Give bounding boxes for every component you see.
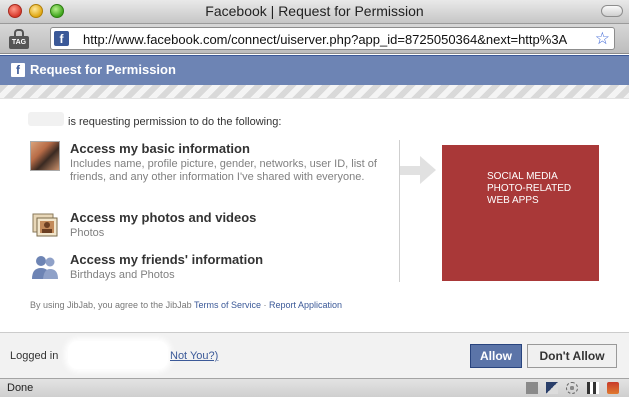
- not-you-link[interactable]: Not You?): [170, 350, 218, 362]
- permission-title: Access my photos and videos: [70, 210, 257, 225]
- terms-prefix: By using JibJab, you agree to the JibJab: [30, 300, 192, 310]
- user-name-redacted: [68, 341, 168, 369]
- permission-description: Includes name, profile picture, gender, …: [70, 158, 377, 183]
- browser-toolbar: TAG f http://www.facebook.com/connect/ui…: [0, 24, 629, 54]
- dialog-body: is requesting permission to do the follo…: [0, 100, 629, 332]
- toolbar-toggle-button[interactable]: [601, 5, 623, 17]
- right-arrow-icon: [400, 156, 436, 184]
- tag-icon: TAG: [9, 36, 29, 49]
- address-bar[interactable]: f http://www.facebook.com/connect/uiserv…: [50, 27, 615, 50]
- friends-icon: [32, 256, 58, 279]
- status-icons: [521, 382, 619, 396]
- report-application-link[interactable]: Report Application: [269, 300, 342, 310]
- permission-description: Photos: [70, 227, 105, 239]
- split-view-icon[interactable]: [545, 382, 558, 394]
- overlay-line-2: PHOTO-RELATED: [487, 183, 572, 194]
- permission-photos: Access my photos and videos Photos: [30, 210, 390, 242]
- status-text: Done: [7, 382, 34, 394]
- overlay-line-3: WEB APPS: [487, 195, 539, 206]
- terms-separator: ·: [263, 300, 267, 310]
- window-titlebar: Facebook | Request for Permission: [0, 0, 629, 24]
- permission-basic-info: Access my basic information Includes nam…: [30, 141, 390, 201]
- allow-button[interactable]: Allow: [470, 344, 522, 368]
- logged-in-label: Logged in: [10, 350, 59, 362]
- browser-statusbar: Done: [0, 378, 629, 397]
- photos-icon: [32, 213, 58, 237]
- header-stripe-divider: [0, 85, 629, 99]
- dialog-footer: Logged in Not You?) Allow Don't Allow: [0, 332, 629, 378]
- dont-allow-button[interactable]: Don't Allow: [527, 344, 617, 368]
- terms-of-service-link[interactable]: Terms of Service: [194, 300, 261, 310]
- social-media-overlay: SOCIAL MEDIA PHOTO-RELATED WEB APPS: [442, 145, 599, 281]
- profile-picture-icon: [30, 141, 60, 171]
- tag-icon-handle: [14, 29, 24, 37]
- app-name-redacted: [28, 112, 64, 126]
- dialog-header: f Request for Permission: [0, 55, 629, 85]
- checkered-icon[interactable]: [586, 382, 599, 394]
- overlay-line-1: SOCIAL MEDIA: [487, 171, 558, 182]
- window-title: Facebook | Request for Permission: [205, 3, 424, 19]
- address-url[interactable]: http://www.facebook.com/connect/uiserver…: [83, 32, 593, 47]
- gear-icon[interactable]: [566, 382, 579, 394]
- permission-friends-info: Access my friends' information Birthdays…: [30, 252, 390, 284]
- addon-icon[interactable]: [607, 382, 619, 394]
- permission-description: Birthdays and Photos: [70, 269, 175, 281]
- tag-button[interactable]: TAG: [9, 27, 31, 51]
- dialog-title: Request for Permission: [30, 62, 176, 77]
- terms-notice: By using JibJab, you agree to the JibJab…: [30, 300, 342, 310]
- facebook-favicon-icon: f: [54, 31, 69, 46]
- facebook-logo-icon: f: [11, 63, 25, 77]
- bookmark-star-icon[interactable]: ☆: [595, 29, 610, 48]
- permission-title: Access my basic information: [70, 141, 250, 156]
- permission-intro: is requesting permission to do the follo…: [68, 116, 282, 128]
- permission-title: Access my friends' information: [70, 252, 264, 267]
- window-status-icon[interactable]: [525, 382, 538, 394]
